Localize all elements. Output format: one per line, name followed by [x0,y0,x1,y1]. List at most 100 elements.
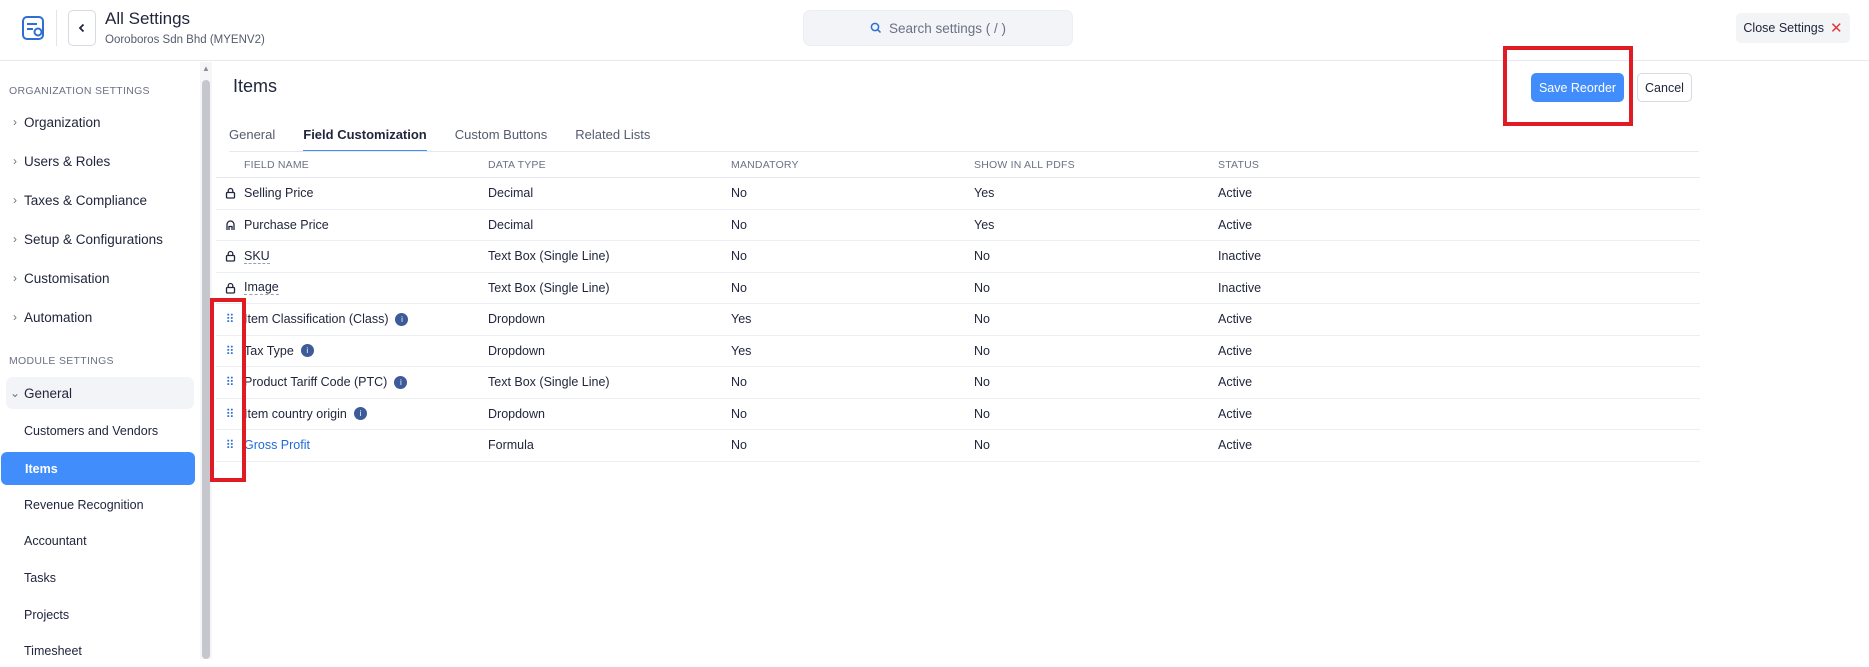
sidebar-item-organization[interactable]: › Organization [6,106,194,138]
tab-custom-buttons[interactable]: Custom Buttons [455,124,548,152]
lock-icon [216,282,244,294]
status-cell: Active [1218,217,1253,232]
field-name-cell: Purchase Price [244,218,488,232]
page-title: All Settings [105,9,191,28]
mandatory-cell: Yes [731,343,752,358]
sidebar-scroll-thumb[interactable] [202,80,210,659]
sidebar-item-customisation[interactable]: › Customisation [6,262,194,294]
field-name: Tax Type [244,343,294,358]
data-type-cell: Dropdown [488,312,545,327]
sidebar-subitem-revenue-recognition[interactable]: Revenue Recognition [0,488,195,521]
table-header: FIELD NAME DATA TYPE MANDATORY SHOW IN A… [216,152,1700,178]
search-placeholder: Search settings ( / ) [888,20,1007,36]
field-name-cell: Item country origin i [244,407,488,421]
back-button[interactable] [68,10,96,46]
chevron-right-icon: › [13,310,17,324]
mandatory-cell: No [731,186,747,201]
table-row[interactable]: ⠿ Item country origin i Dropdown No No Active [216,399,1700,430]
sidebar-subitem-timesheet[interactable]: Timesheet [0,634,195,667]
data-type-cell: Text Box (Single Line) [488,375,610,390]
status-cell: Active [1218,186,1253,201]
data-type-cell: Formula [488,438,534,453]
annotation-highlight-drag-handles [210,298,246,482]
show-in-pdfs-cell: Yes [974,186,995,201]
settings-tabs: General Field Customization Custom Butto… [229,124,678,152]
mandatory-cell: No [731,217,747,232]
search-icon [870,22,881,34]
chevron-left-icon [78,23,85,33]
org-settings-heading: ORGANIZATION SETTINGS [9,85,150,97]
sidebar-subitem-tasks[interactable]: Tasks [0,561,195,594]
field-name: Image [244,280,279,296]
info-icon[interactable]: i [300,344,314,358]
lock-icon [216,187,244,199]
header-divider [56,10,57,46]
column-header-data-type: DATA TYPE [488,158,546,171]
sidebar-item-general[interactable]: ⌄ General [6,377,194,409]
sidebar-item-label: General [24,385,73,401]
status-cell: Inactive [1218,249,1262,264]
close-settings-button[interactable]: Close Settings ✕ [1736,13,1850,43]
info-icon[interactable]: i [395,312,409,326]
search-input[interactable]: Search settings ( / ) [803,10,1073,46]
mandatory-cell: No [731,280,747,295]
table-row[interactable]: ⠿ Product Tariff Code (PTC) i Text Box (Sin… [216,367,1700,399]
status-cell: Active [1218,312,1253,327]
show-in-pdfs-cell: Yes [974,217,995,232]
lock-icon [216,250,244,262]
table-row[interactable]: ⠿ Tax Type i Dropdown Yes No Active [216,336,1700,367]
data-type-cell: Text Box (Single Line) [488,280,610,295]
sidebar-item-automation[interactable]: › Automation [6,301,194,333]
sidebar-item-setup[interactable]: › Setup & Configurations [6,223,194,255]
show-in-pdfs-cell: No [974,406,990,421]
sidebar-item-label: Customisation [24,270,110,286]
sidebar-item-label: Setup & Configurations [24,231,163,247]
column-header-field-name: FIELD NAME [244,158,310,171]
chevron-right-icon: › [13,193,17,207]
show-in-pdfs-cell: No [974,438,990,453]
table-row[interactable]: ⠿ Gross Profit Formula No No Active [216,430,1700,462]
tab-field-customization[interactable]: Field Customization [303,124,427,152]
close-icon: ✕ [1830,20,1843,37]
field-name-cell: Image [244,280,488,296]
table-body: Selling Price Decimal No Yes Active Purchase … [216,178,1700,462]
column-header-show-in-pdfs: SHOW IN ALL PDFS [974,158,1075,171]
scroll-up-arrow-icon[interactable]: ▲ [200,64,212,73]
table-row: SKU Text Box (Single Line) No No Inactive [216,241,1700,273]
table-row[interactable]: ⠿ Item Classification (Class) i Dropdown Yes… [216,304,1700,336]
sidebar-subitem-accountant[interactable]: Accountant [0,524,195,557]
field-name-cell[interactable]: Gross Profit [244,438,488,452]
show-in-pdfs-cell: No [974,249,990,264]
field-name: Product Tariff Code (PTC) [244,375,388,390]
unlock-icon [216,219,244,231]
sidebar-subitem-projects[interactable]: Projects [0,598,195,631]
cancel-button[interactable]: Cancel [1637,73,1692,102]
sidebar-item-users-roles[interactable]: › Users & Roles [6,145,194,177]
org-name: Ooroboros Sdn Bhd (MYENV2) [105,34,265,46]
field-name-cell: Product Tariff Code (PTC) i [244,375,488,389]
table-row: Image Text Box (Single Line) No No Inactive [216,273,1700,304]
column-header-mandatory: MANDATORY [731,158,799,171]
close-settings-label: Close Settings [1743,21,1825,35]
app-logo-icon[interactable] [18,12,50,44]
field-name[interactable]: Gross Profit [244,438,310,452]
mandatory-cell: No [731,375,747,390]
info-icon[interactable]: i [394,375,408,389]
data-type-cell: Decimal [488,186,534,201]
sidebar-item-taxes[interactable]: › Taxes & Compliance [6,184,194,216]
sidebar-item-label: Taxes & Compliance [24,192,148,208]
field-name: Selling Price [244,186,314,201]
chevron-down-icon: ⌄ [9,386,21,400]
sidebar-subitem-customers-vendors[interactable]: Customers and Vendors [0,414,195,447]
sidebar-subitem-items[interactable]: Items [1,452,195,485]
show-in-pdfs-cell: No [974,280,990,295]
info-icon[interactable]: i [353,407,367,421]
show-in-pdfs-cell: No [974,343,990,358]
chevron-right-icon: › [13,154,17,168]
tab-general[interactable]: General [229,124,275,152]
section-title: Items [233,76,278,96]
tab-related-lists[interactable]: Related Lists [575,124,650,152]
data-type-cell: Text Box (Single Line) [488,249,610,264]
status-cell: Inactive [1218,280,1262,295]
sidebar-item-label: Organization [24,114,101,130]
